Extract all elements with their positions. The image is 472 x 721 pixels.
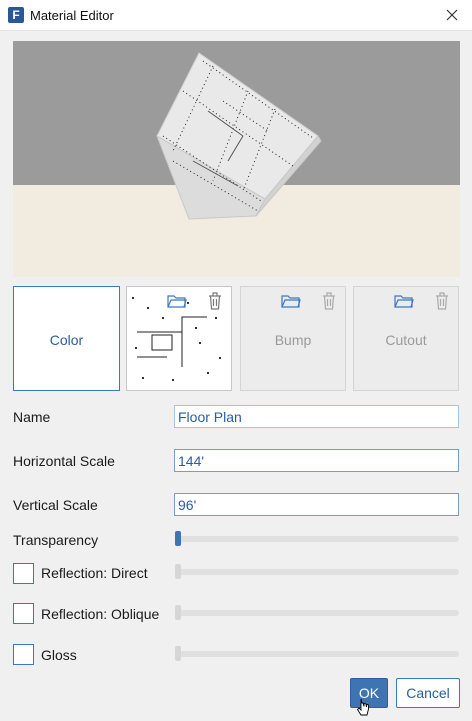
folder-open-icon[interactable] (394, 293, 414, 309)
folder-open-icon[interactable] (281, 293, 301, 309)
window-title: Material Editor (30, 8, 114, 23)
color-slot-label: Color (49, 332, 84, 348)
transparency-slider[interactable] (175, 531, 459, 546)
reflection-direct-label: Reflection: Direct (41, 565, 148, 581)
trash-icon[interactable] (207, 291, 223, 311)
transparency-slider-thumb[interactable] (175, 531, 181, 546)
reflection-direct-slider-thumb[interactable] (175, 564, 181, 579)
reflection-direct-checkbox[interactable] (13, 563, 34, 584)
gloss-checkbox[interactable] (13, 644, 34, 665)
folder-open-icon[interactable] (167, 293, 187, 309)
trash-icon[interactable] (321, 291, 337, 311)
cutout-slot-actions (394, 291, 454, 311)
bump-slot-actions (281, 291, 341, 311)
transparency-label: Transparency (13, 532, 99, 548)
gloss-slider[interactable] (175, 646, 459, 661)
vertical-scale-label: Vertical Scale (13, 497, 98, 513)
reflection-oblique-label: Reflection: Oblique (41, 606, 160, 622)
app-logo-icon: F (8, 7, 24, 23)
color-slot[interactable]: Color (13, 286, 120, 391)
reflection-oblique-checkbox[interactable] (13, 603, 34, 624)
material-preview[interactable] (13, 41, 460, 277)
cutout-slot[interactable]: Cutout (353, 286, 459, 391)
reflection-direct-slider[interactable] (175, 564, 459, 579)
horizontal-scale-label: Horizontal Scale (13, 453, 115, 469)
name-input[interactable] (174, 405, 459, 428)
preview-cube (156, 52, 322, 220)
bump-slot-label: Bump (274, 332, 312, 348)
title-bar: F Material Editor (0, 0, 472, 31)
gloss-slider-thumb[interactable] (175, 646, 181, 661)
texture-slot-actions (167, 291, 227, 311)
reflection-oblique-slider[interactable] (175, 605, 459, 620)
horizontal-scale-input[interactable] (174, 449, 459, 472)
bump-slot[interactable]: Bump (240, 286, 346, 391)
mouse-cursor-icon (356, 698, 369, 716)
cutout-slot-label: Cutout (385, 332, 427, 348)
trash-icon[interactable] (434, 291, 450, 311)
reflection-oblique-slider-thumb[interactable] (175, 605, 181, 620)
texture-slot[interactable] (126, 286, 232, 391)
cancel-button[interactable]: Cancel (396, 678, 460, 708)
gloss-label: Gloss (41, 647, 77, 663)
name-label: Name (13, 409, 51, 425)
vertical-scale-input[interactable] (174, 493, 459, 516)
close-icon[interactable] (442, 5, 462, 25)
